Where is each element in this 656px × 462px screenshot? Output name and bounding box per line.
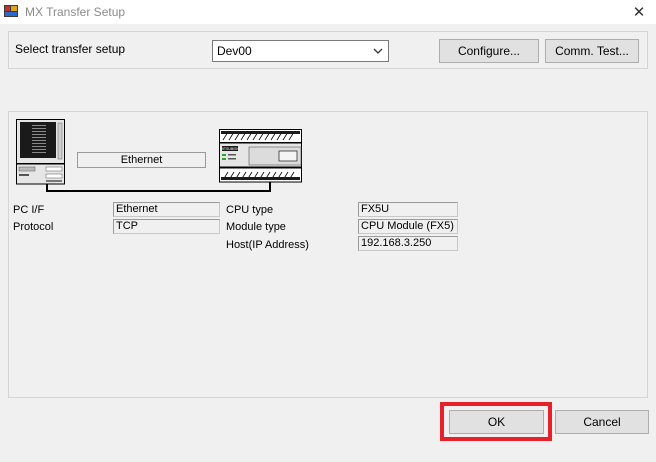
protocol-value: TCP	[113, 219, 220, 234]
close-button[interactable]: ✕	[622, 0, 656, 24]
network-line-plc-drop	[269, 182, 271, 192]
app-icon	[4, 5, 18, 17]
host-ip-value: 192.168.3.250	[358, 236, 458, 251]
pc-link-label: Ethernet	[77, 152, 206, 168]
network-line	[46, 190, 271, 192]
module-type-label: Module type	[226, 221, 286, 233]
cpu-type-label: CPU type	[226, 204, 274, 216]
pc-icon	[16, 119, 65, 185]
cpu-type-value: FX5U	[358, 202, 458, 217]
close-icon: ✕	[632, 4, 646, 21]
chevron-down-icon	[373, 48, 383, 54]
module-type-value: CPU Module (FX5)	[358, 219, 458, 234]
comm-test-button[interactable]: Comm. Test...	[545, 39, 639, 63]
title-bar: MX Transfer Setup ✕	[0, 0, 656, 24]
transfer-setup-dropdown[interactable]: Dev00	[212, 40, 389, 62]
plc-icon: MITSUBISHI	[219, 129, 302, 183]
window-title: MX Transfer Setup	[25, 5, 126, 19]
ok-button[interactable]: OK	[449, 410, 544, 434]
select-transfer-setup-label: Select transfer setup	[15, 42, 126, 56]
host-ip-label: Host(IP Address)	[226, 239, 309, 251]
pc-if-value: Ethernet	[113, 202, 220, 217]
protocol-label: Protocol	[13, 221, 54, 233]
pc-if-label: PC I/F	[13, 204, 45, 216]
transfer-setup-value: Dev00	[217, 44, 252, 58]
cancel-button[interactable]: Cancel	[555, 410, 649, 434]
configure-button[interactable]: Configure...	[439, 39, 539, 63]
plc-brand-text: MITSUBISHI	[220, 147, 240, 151]
